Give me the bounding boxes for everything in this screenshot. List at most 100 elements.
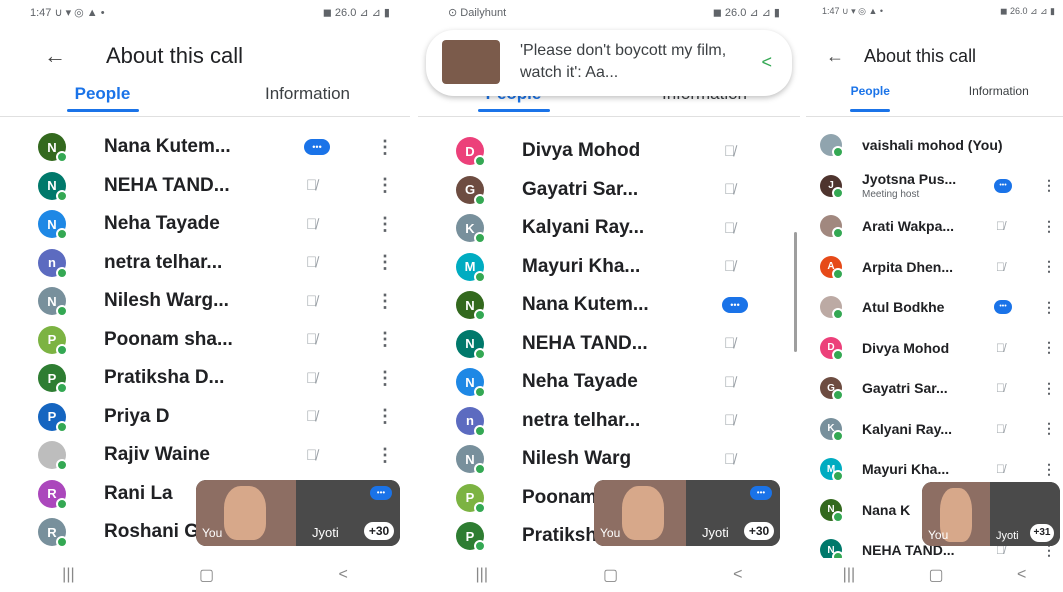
video-preview[interactable]: You ••• Jyoti +30 xyxy=(594,480,780,546)
host-label: Jyoti xyxy=(996,530,1019,542)
more-options-icon[interactable]: ⋮ xyxy=(1042,380,1056,397)
participant-row[interactable]: Rajiv Waine 🎙̸ ⋮ xyxy=(0,436,410,474)
participant-count-badge: +30 xyxy=(744,522,774,540)
more-options-icon[interactable]: ⋮ xyxy=(1042,299,1056,316)
more-options-icon[interactable]: ⋮ xyxy=(1042,258,1056,275)
more-options-icon[interactable]: ⋮ xyxy=(794,449,800,470)
more-options-icon[interactable]: ⋮ xyxy=(376,329,394,350)
participant-count-badge: +30 xyxy=(364,522,394,540)
more-options-icon[interactable]: ⋮ xyxy=(794,410,800,431)
participant-row[interactable]: MMayuri Kha...🎙̸⋮ xyxy=(418,248,800,286)
online-status-icon xyxy=(474,155,486,167)
participant-row[interactable]: D Divya Mohod 🎙̸ ⋮ xyxy=(806,331,1063,365)
tab-information[interactable]: Information xyxy=(935,84,1063,114)
back-arrow-icon[interactable]: ← xyxy=(826,46,846,67)
participant-name: Neha Tayade xyxy=(104,213,220,234)
participant-row[interactable]: N Neha Tayade 🎙̸ ⋮ xyxy=(418,363,800,401)
back-arrow-icon[interactable]: ← xyxy=(44,43,66,69)
notification-thumbnail xyxy=(442,40,500,84)
host-video-tile: ••• Jyoti +30 xyxy=(296,480,400,546)
back-button[interactable]: < xyxy=(733,566,742,584)
more-options-icon[interactable]: ⋮ xyxy=(794,179,800,200)
avatar-initial: D xyxy=(465,143,475,159)
participant-row[interactable]: G Gayatri Sar... 🎙̸ ⋮ xyxy=(418,171,800,209)
back-button[interactable]: < xyxy=(338,566,347,584)
more-options-icon[interactable]: ⋮ xyxy=(376,406,394,427)
participant-row[interactable]: NNana Kutem...•••⋮ xyxy=(418,286,800,324)
more-options-icon[interactable]: ⋮ xyxy=(1042,461,1056,478)
video-preview[interactable]: You Jyoti +31 xyxy=(922,482,1060,546)
participant-row[interactable]: Atul Bodkhe ••• ⋮ xyxy=(806,290,1063,324)
recents-button[interactable]: ||| xyxy=(843,566,855,584)
person-face xyxy=(224,486,266,540)
participant-row[interactable]: G Gayatri Sar... 🎙̸ ⋮ xyxy=(806,371,1063,405)
avatar-initial: P xyxy=(47,409,57,424)
back-button[interactable]: < xyxy=(1017,566,1026,584)
participant-row[interactable]: D Divya Mohod 🎙̸ ⋮ xyxy=(418,132,800,170)
more-options-icon[interactable]: ⋮ xyxy=(376,214,394,235)
more-options-icon[interactable]: ⋮ xyxy=(794,526,800,547)
more-options-icon[interactable]: ⋮ xyxy=(1042,339,1056,356)
participant-role: Meeting host xyxy=(862,188,920,200)
more-options-icon[interactable]: ⋮ xyxy=(794,372,800,393)
more-options-icon[interactable]: ⋮ xyxy=(1042,218,1056,235)
participant-row[interactable]: KKalyani Ray...🎙̸⋮ xyxy=(418,209,800,247)
participant-name: Priya D xyxy=(104,405,170,427)
more-options-icon[interactable]: ⋮ xyxy=(1042,420,1056,437)
video-preview[interactable]: You ••• Jyoti +30 xyxy=(196,480,400,546)
online-status-icon xyxy=(832,429,844,442)
participant-name: Mayuri Kha... xyxy=(522,255,641,277)
participant-row[interactable]: NNEHA TAND...🎙̸⋮ xyxy=(418,325,800,363)
participant-row[interactable]: vaishali mohod (You) xyxy=(806,128,1063,162)
speaking-icon: ••• xyxy=(994,178,1012,193)
tab-bar: People Information xyxy=(0,84,410,114)
participant-row[interactable]: N Nilesh Warg 🎙̸ ⋮ xyxy=(418,440,800,478)
participant-row[interactable]: MMayuri Kha...🎙̸⋮ xyxy=(806,452,1063,486)
notification-banner[interactable]: 'Please don't boycott my film, watch it'… xyxy=(426,30,792,96)
participant-row[interactable]: n netra telhar... 🎙̸ ⋮ xyxy=(0,244,410,282)
participant-row[interactable]: P Priya D 🎙̸ ⋮ xyxy=(0,398,410,436)
participant-name: Pratiksha D... xyxy=(104,367,225,388)
more-options-icon[interactable]: ⋮ xyxy=(376,445,394,466)
online-status-icon xyxy=(56,266,68,279)
participant-row[interactable]: NNana Kutem...•••⋮ xyxy=(0,128,410,166)
share-icon[interactable]: < xyxy=(761,52,772,73)
participant-name: Rajiv Waine xyxy=(104,444,210,465)
scrollbar[interactable] xyxy=(794,232,797,352)
participant-row[interactable]: J Jyotsna Pus... Meeting host ••• ⋮ xyxy=(806,169,1063,203)
participant-row[interactable]: n netra telhar... 🎙̸ ⋮ xyxy=(418,402,800,440)
more-options-icon[interactable]: ⋮ xyxy=(376,137,394,158)
status-bar: ⊙ Dailyhunt ◼ 26.0 ⊿ ⊿ ▮ xyxy=(448,6,780,24)
mic-off-icon: 🎙̸ xyxy=(996,462,1005,476)
home-button[interactable]: ▢ xyxy=(603,565,618,585)
avatar: P xyxy=(38,402,68,433)
participant-row[interactable]: KKalyani Ray...🎙̸⋮ xyxy=(806,412,1063,446)
participant-row[interactable]: Arati Wakpa... 🎙̸ ⋮ xyxy=(806,209,1063,243)
more-options-icon[interactable]: ⋮ xyxy=(1042,177,1056,194)
avatar: M xyxy=(456,252,486,283)
participant-row[interactable]: P Poonam sha... 🎙̸ ⋮ xyxy=(0,321,410,359)
tab-people[interactable]: People xyxy=(806,84,935,114)
more-options-icon[interactable]: ⋮ xyxy=(794,141,800,162)
tab-people[interactable]: People xyxy=(0,84,205,114)
tab-information[interactable]: Information xyxy=(205,84,410,114)
mic-off-icon: 🎙̸ xyxy=(996,219,1005,233)
participant-row[interactable]: A Arpita Dhen... 🎙̸ ⋮ xyxy=(806,250,1063,284)
more-options-icon[interactable]: ⋮ xyxy=(376,175,394,196)
mic-off-icon: 🎙̸ xyxy=(724,258,736,275)
participant-row[interactable]: P Pratiksha D... 🎙̸ ⋮ xyxy=(0,359,410,397)
home-button[interactable]: ▢ xyxy=(928,565,943,585)
participant-name: netra telhar... xyxy=(104,251,223,273)
avatar-initial: P xyxy=(47,370,57,386)
more-options-icon[interactable]: ⋮ xyxy=(376,252,394,273)
home-button[interactable]: ▢ xyxy=(199,565,214,585)
more-options-icon[interactable]: ⋮ xyxy=(376,368,394,389)
divider xyxy=(418,116,800,117)
participant-row[interactable]: N Neha Tayade 🎙̸ ⋮ xyxy=(0,205,410,243)
participant-row[interactable]: N Nilesh Warg... 🎙̸ ⋮ xyxy=(0,282,410,320)
recents-button[interactable]: ||| xyxy=(62,566,74,584)
more-options-icon[interactable]: ⋮ xyxy=(376,291,394,312)
participant-row[interactable]: NNEHA TAND...🎙̸⋮ xyxy=(0,167,410,205)
recents-button[interactable]: ||| xyxy=(476,566,488,584)
participant-name: Poonam xyxy=(522,486,597,508)
